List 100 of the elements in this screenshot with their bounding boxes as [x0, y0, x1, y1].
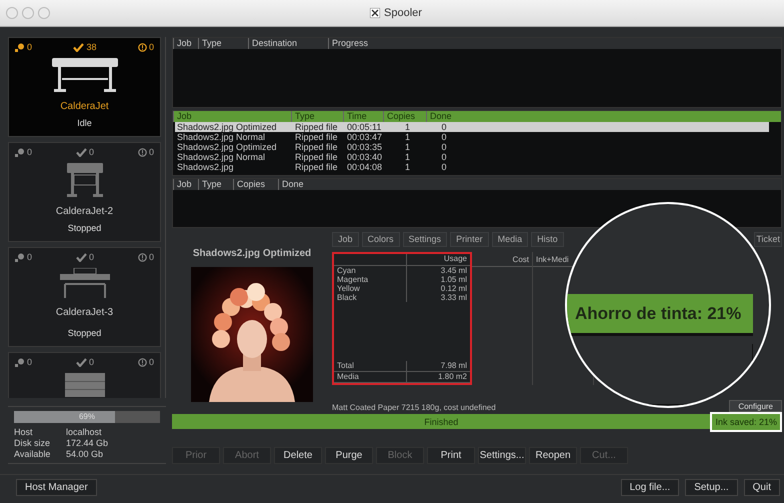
printer-icon [64, 373, 104, 397]
check-icon [76, 252, 87, 262]
tab[interactable]: Histo [531, 232, 564, 247]
job-row[interactable]: Shadows2.jpg Ripped file 00:04:08 1 0 [175, 162, 769, 172]
job-row[interactable]: Shadows2.jpg Normal Ripped file 00:03:47 1 0 [175, 132, 769, 142]
printer-name: CalderaJet-3 [56, 307, 114, 318]
tab[interactable]: Media [492, 232, 528, 247]
printer-name: CalderaJet-2 [56, 206, 114, 217]
action-button[interactable]: Purge [325, 447, 373, 464]
media-note: Matt Coated Paper 7215 180g, cost undefined [332, 403, 497, 412]
table-cell-text: Shadows2.jpg Optimized [176, 122, 278, 132]
action-button[interactable]: Print [427, 447, 475, 464]
job-row[interactable]: Shadows2.jpg Normal Ripped file 00:03:40 1 0 [175, 152, 769, 162]
status-text: Finished [423, 416, 460, 426]
preview-title: Shadows2.jpg Optimized [192, 248, 312, 259]
host-manager-button[interactable]: Host Manager [16, 478, 97, 496]
table-cell-text: 1 [404, 162, 411, 172]
window-control[interactable] [38, 7, 50, 19]
tab[interactable]: Printer [450, 232, 489, 247]
action-button[interactable]: Reopen [529, 447, 577, 464]
table-cell-text: 0 [440, 152, 448, 162]
printer-name: CalderaJet [60, 101, 109, 112]
check-icon [76, 148, 87, 156]
printer-status: Stopped [68, 223, 102, 233]
info-value: 172.44 Gb [66, 438, 108, 448]
configure-button[interactable]: Configure [729, 400, 782, 412]
info-value: 54.00 Gb [66, 449, 104, 459]
tab[interactable]: Colors [362, 232, 400, 247]
printer-status: Stopped [68, 328, 102, 338]
column-header[interactable]: Copies [233, 179, 278, 190]
printer-icon [50, 58, 120, 92]
ink-name: Magenta [336, 274, 370, 284]
ink-saved-label: Ink saved: 21% [710, 412, 782, 432]
ink-usage: 3.33 ml [406, 292, 470, 302]
alert-icon [138, 148, 147, 156]
ink-name: Cyan [336, 266, 356, 275]
callout-text: Ahorro de tinta: 21% [567, 294, 753, 336]
done-count: 38 [73, 42, 96, 52]
column-header[interactable]: Type [198, 179, 233, 190]
done-count: 0 [76, 357, 94, 367]
footer-button[interactable]: Setup... [685, 478, 738, 496]
column-header[interactable]: Job [173, 38, 198, 49]
column-header[interactable]: Destination [248, 38, 328, 49]
pending-count: 0 [15, 42, 32, 52]
disk-usage-reading: 69% [78, 411, 96, 423]
table-cell-text: 0 [440, 142, 448, 152]
column-header[interactable]: Progress [328, 38, 781, 49]
printer-card[interactable]: 0 0 0 [8, 352, 161, 398]
pending-count: 0 [15, 147, 32, 157]
info-label: Disk size [14, 438, 52, 448]
ink-usage: 0.12 ml [406, 284, 470, 293]
ink-usage: 3.45 ml [406, 266, 470, 275]
column-header[interactable]: Type [198, 38, 248, 49]
printer-icon [60, 268, 110, 298]
table-cell-text: 1 [404, 122, 411, 132]
table-cell-text: Ripped file [294, 142, 339, 152]
table-cell-text: 1 [404, 152, 411, 162]
app-icon [370, 8, 380, 18]
check-icon [73, 42, 84, 52]
ink-name: Black [336, 292, 358, 302]
table-cell-text: Shadows2.jpg Normal [176, 132, 266, 142]
action-button[interactable]: Settings... [478, 447, 526, 464]
column-header[interactable]: Job [173, 179, 198, 190]
table-cell-text: 0 [440, 122, 448, 132]
column-header: Usage [406, 254, 470, 266]
error-count: 0 [138, 252, 154, 262]
tab[interactable]: Ticket [754, 232, 782, 247]
window-control[interactable] [22, 7, 34, 19]
pending-count: 0 [15, 357, 32, 367]
printer-card[interactable]: 0 0 0 CalderaJet-3 Stopped [8, 247, 161, 347]
table-cell-text: 00:03:40 [346, 152, 384, 162]
footer-button[interactable]: Quit [744, 478, 780, 496]
table-cell-text: 00:05:11 [346, 122, 382, 132]
table-cell-text: 1 [404, 132, 411, 142]
table-cell-text: 0 [440, 162, 448, 172]
column-header[interactable]: Done [278, 179, 781, 190]
table-cell-text: Shadows2.jpg Normal [176, 152, 266, 162]
printer-card[interactable]: 0 0 0 CalderaJet-2 Stopped [8, 142, 161, 242]
printer-card[interactable]: 0 38 0 CalderaJet Idle [8, 37, 161, 137]
error-count: 0 [138, 147, 154, 157]
job-row[interactable]: Shadows2.jpg Optimized Ripped file 00:03:35 1 0 [175, 142, 769, 152]
printer-status: Idle [77, 118, 92, 128]
tab[interactable]: Job [332, 232, 359, 247]
window-control[interactable] [6, 7, 18, 19]
footer-button[interactable]: Log file... [620, 478, 680, 496]
job-row[interactable]: Shadows2.jpg Optimized Ripped file 00:05:11 1 0 [175, 122, 769, 132]
total-label: Total [334, 360, 406, 372]
error-count: 0 [138, 42, 154, 52]
action-button[interactable]: Delete [274, 447, 322, 464]
total-value: 1.80 m2 [406, 372, 470, 383]
table-cell-text: Ripped file [294, 162, 339, 172]
column-header: Cost [472, 254, 532, 267]
table-cell-text: Ripped file [294, 132, 339, 142]
alert-icon [138, 42, 147, 52]
table-cell-text: Ripped file [294, 152, 339, 162]
table-cell-text: 1 [404, 142, 411, 152]
info-label: Host [14, 427, 34, 437]
alert-icon [138, 358, 147, 366]
tab[interactable]: Settings [402, 232, 448, 247]
done-count: 0 [76, 252, 94, 262]
